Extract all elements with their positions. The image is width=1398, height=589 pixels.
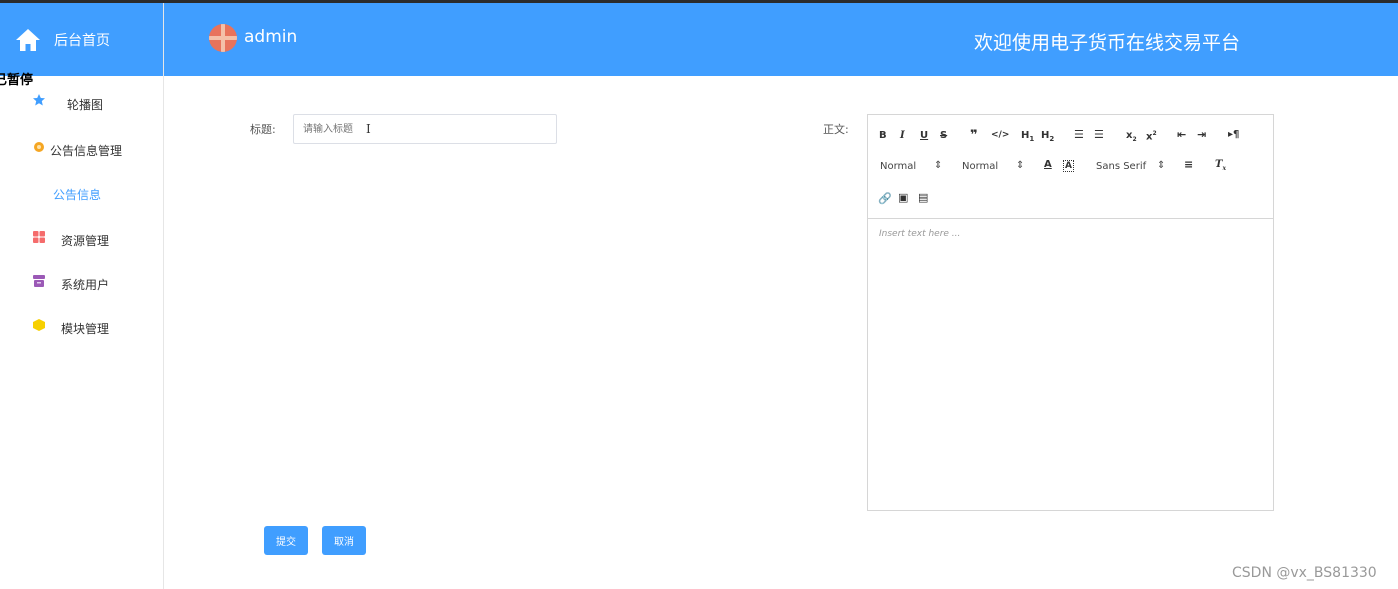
sidebar-item-label: 资源管理 — [61, 234, 110, 248]
cube-icon — [33, 319, 45, 331]
size-select[interactable]: Normal — [880, 161, 916, 172]
sidebar-item-module-management[interactable]: 模块管理 — [0, 304, 163, 348]
font-color-icon[interactable]: A — [1044, 159, 1052, 170]
editor-placeholder[interactable]: Insert text here ... — [879, 229, 960, 239]
bullet-list-icon[interactable]: ☰ — [1094, 128, 1104, 141]
sidebar-item-label: 公告信息 — [53, 188, 102, 202]
sidebar-item-carousel[interactable]: 轮播图 — [0, 76, 163, 126]
chevron-updown-icon: ⇕ — [934, 160, 943, 171]
body-label: 正文: — [823, 123, 849, 136]
sidebar-item-label: 系统用户 — [61, 278, 110, 292]
image-icon[interactable]: ▣ — [898, 191, 908, 204]
star-icon — [33, 94, 45, 106]
header-select-value: Normal — [962, 161, 999, 172]
indent-icon[interactable]: ⇥ — [1197, 128, 1206, 141]
sidebar-item-notice-info[interactable]: 公告信息 — [0, 170, 163, 216]
size-select-value: Normal — [880, 161, 917, 172]
link-icon[interactable]: 🔗 — [878, 192, 892, 205]
avatar[interactable] — [209, 24, 237, 52]
sidebar: 后台首页 已暂停 轮播图 公告信息管理 公告信息 资源管理 系统用户 模块管理 — [0, 3, 164, 589]
italic-icon[interactable]: I — [900, 130, 905, 141]
header-select[interactable]: Normal — [962, 161, 998, 172]
sidebar-item-label: 轮播图 — [67, 98, 104, 112]
strikethrough-icon[interactable]: S — [940, 130, 947, 141]
chevron-updown-icon: ⇕ — [1016, 160, 1025, 171]
sidebar-item-label: 模块管理 — [61, 322, 110, 336]
background-color-icon[interactable]: A — [1063, 160, 1074, 172]
text-cursor-icon: I — [366, 122, 371, 136]
font-select[interactable]: Sans Serif — [1096, 161, 1146, 172]
sidebar-item-resources[interactable]: 资源管理 — [0, 216, 163, 260]
sidebar-menu: 轮播图 公告信息管理 公告信息 资源管理 系统用户 模块管理 — [0, 76, 163, 348]
bold-icon[interactable]: B — [879, 130, 887, 141]
chevron-updown-icon: ⇕ — [1157, 160, 1166, 171]
blockquote-icon[interactable]: ❞ — [970, 128, 978, 143]
sidebar-item-label: 公告信息管理 — [50, 144, 123, 158]
superscript-icon[interactable]: x2 — [1146, 130, 1157, 142]
title-input[interactable] — [293, 114, 557, 144]
font-select-value: Sans Serif — [1096, 161, 1147, 172]
cancel-button[interactable]: 取消 — [322, 526, 366, 555]
username[interactable]: admin — [244, 27, 297, 47]
editor-toolbar: B I U S ❞ </> H1 H2 ☰ ☰ x2 x2 ⇤ ⇥ ▸¶ Nor… — [868, 115, 1273, 219]
header-2-icon[interactable]: H2 — [1041, 130, 1054, 143]
outdent-icon[interactable]: ⇤ — [1177, 128, 1186, 141]
rich-text-editor: B I U S ❞ </> H1 H2 ☰ ☰ x2 x2 ⇤ ⇥ ▸¶ Nor… — [867, 114, 1274, 511]
app-window: 后台首页 已暂停 轮播图 公告信息管理 公告信息 资源管理 系统用户 模块管理 … — [0, 0, 1398, 589]
header: admin 欢迎使用电子货币在线交易平台 — [164, 3, 1398, 76]
clear-format-icon[interactable]: Tx — [1215, 159, 1226, 172]
sidebar-item-system-users[interactable]: 系统用户 — [0, 260, 163, 304]
home-icon — [16, 28, 40, 51]
gear-icon — [34, 142, 44, 152]
sidebar-item-notice-management[interactable]: 公告信息管理 — [0, 126, 163, 170]
subscript-icon[interactable]: x2 — [1126, 130, 1137, 143]
title-label: 标题: — [250, 123, 276, 136]
welcome-title: 欢迎使用电子货币在线交易平台 — [974, 32, 1241, 54]
watermark: CSDN @vx_BS81330 — [1232, 565, 1377, 581]
header-1-icon[interactable]: H1 — [1021, 130, 1034, 143]
video-icon[interactable]: ▤ — [918, 191, 928, 204]
ordered-list-icon[interactable]: ☰ — [1074, 128, 1084, 141]
text-direction-icon[interactable]: ▸¶ — [1228, 129, 1239, 140]
sidebar-brand[interactable]: 后台首页 — [0, 3, 163, 76]
align-icon[interactable]: ≡ — [1184, 158, 1193, 171]
archive-icon — [33, 275, 45, 287]
grid-icon — [33, 231, 45, 243]
brand-label: 后台首页 — [54, 32, 110, 49]
main-content: 标题: I 正文: B I U S ❞ </> H1 H2 ☰ ☰ x2 x2 … — [170, 76, 1398, 589]
submit-button[interactable]: 提交 — [264, 526, 308, 555]
underline-icon[interactable]: U — [920, 130, 928, 141]
code-block-icon[interactable]: </> — [991, 130, 1009, 140]
